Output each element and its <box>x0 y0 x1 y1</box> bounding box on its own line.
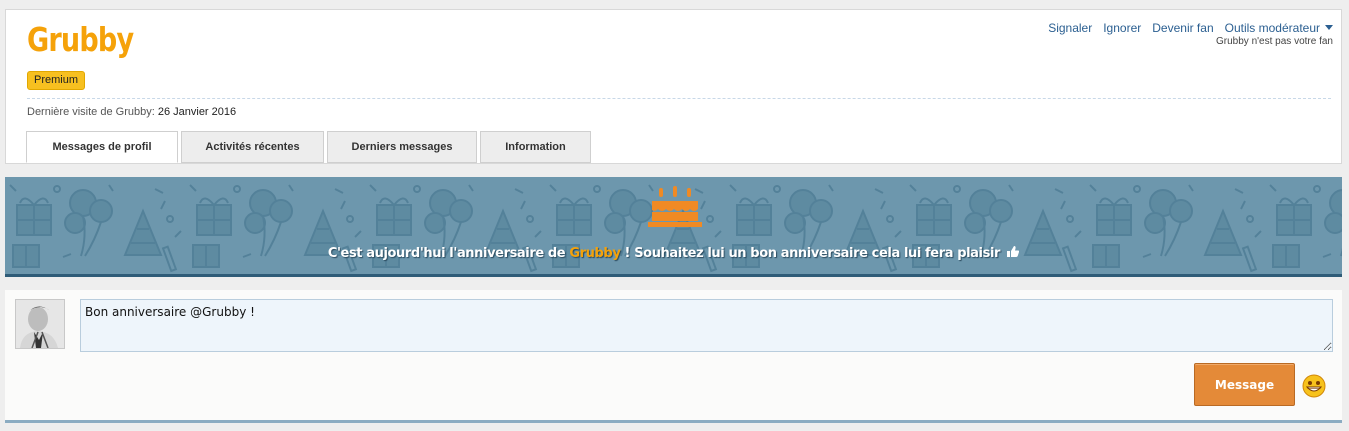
user-avatar-image <box>16 300 64 348</box>
moderator-tools-menu[interactable]: Outils modérateur <box>1225 21 1333 35</box>
last-visit-date: 26 Janvier 2016 <box>157 106 237 118</box>
last-visit-label: Dernière visite de Grubby: <box>27 106 155 118</box>
profile-username: Grubby <box>27 20 134 59</box>
birthday-message: C'est aujourd'hui l'anniversaire de Grub… <box>5 246 1342 261</box>
post-message-button[interactable]: Message <box>1194 363 1295 406</box>
thumbs-up-icon <box>1007 246 1020 257</box>
tab-profile-messages[interactable]: Messages de profil <box>26 131 178 163</box>
divider <box>27 98 1331 99</box>
chevron-down-icon <box>1325 25 1333 30</box>
report-link[interactable]: Signaler <box>1048 21 1092 35</box>
become-fan-link[interactable]: Devenir fan <box>1152 21 1213 35</box>
tab-information[interactable]: Information <box>480 131 591 163</box>
profile-post-form: Message <box>5 290 1342 423</box>
smiley-icon[interactable] <box>1302 374 1326 398</box>
tab-latest-messages[interactable]: Derniers messages <box>327 131 477 163</box>
profile-message-input[interactable] <box>80 299 1333 352</box>
tab-recent-activity[interactable]: Activités récentes <box>181 131 324 163</box>
avatar[interactable] <box>15 299 65 349</box>
last-visit-info: Dernière visite de Grubby: 26 Janvier 20… <box>27 106 236 118</box>
ignore-link[interactable]: Ignorer <box>1103 21 1141 35</box>
fan-status-text: Grubby n'est pas votre fan <box>1216 36 1333 47</box>
birthday-username[interactable]: Grubby <box>569 246 620 261</box>
cake-icon <box>648 186 702 227</box>
premium-badge: Premium <box>27 71 86 90</box>
profile-tabs: Messages de profil Activités récentes De… <box>26 131 591 163</box>
birthday-text-after: ! Souhaitez lui un bon anniversaire cela… <box>624 246 1001 261</box>
profile-actions: Signaler Ignorer Devenir fan Outils modé… <box>1048 21 1333 35</box>
birthday-banner: C'est aujourd'hui l'anniversaire de Grub… <box>5 177 1342 277</box>
birthday-text-before: C'est aujourd'hui l'anniversaire de <box>327 246 566 261</box>
moderator-tools-label: Outils modérateur <box>1224 21 1320 35</box>
profile-header: Grubby Premium Dernière visite de Grubby… <box>5 9 1342 164</box>
